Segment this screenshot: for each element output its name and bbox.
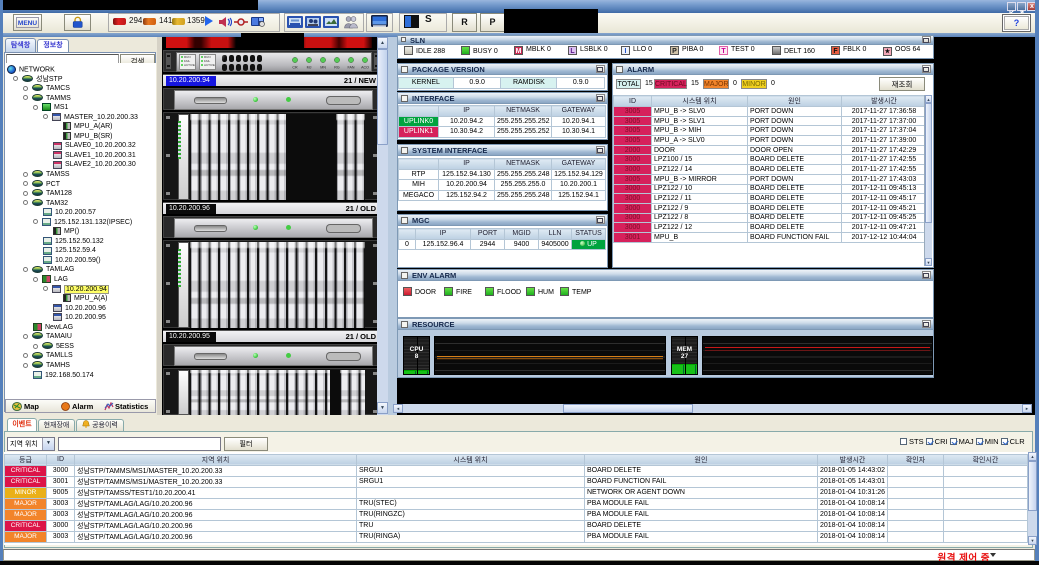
svg-text:MN: MN (320, 66, 326, 70)
svg-text:MJ: MJ (307, 66, 312, 70)
svg-text:ACO: ACO (361, 66, 369, 70)
svg-text:FAN: FAN (348, 66, 355, 70)
svg-text:CR: CR (292, 66, 298, 70)
svg-text:RG: RG (334, 66, 340, 70)
